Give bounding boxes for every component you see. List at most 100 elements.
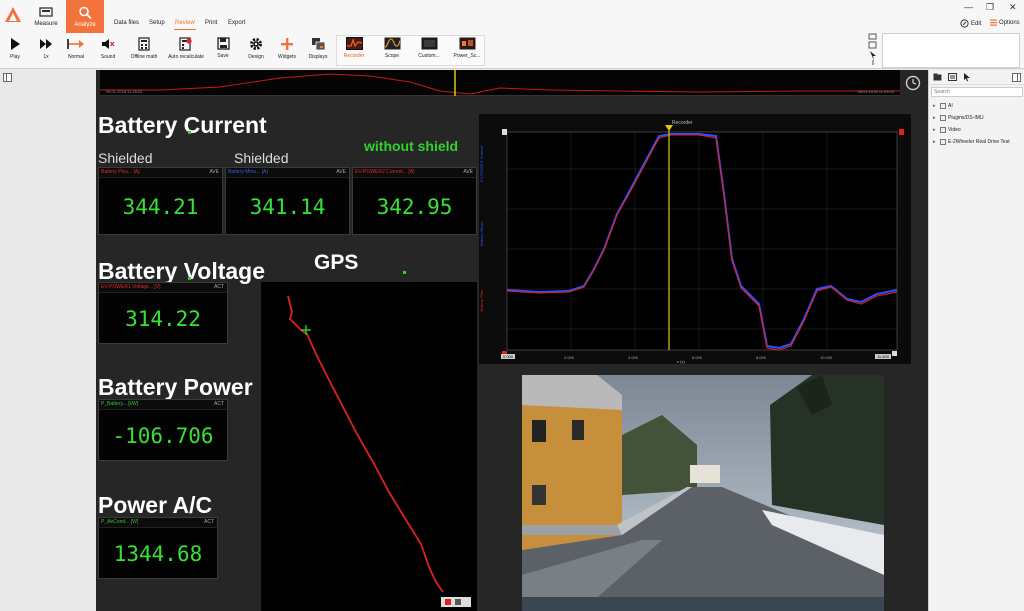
zoom-out-icon[interactable] bbox=[455, 599, 461, 605]
tab-setup[interactable]: Setup bbox=[149, 20, 165, 26]
offline-math-label: Offline math bbox=[130, 54, 158, 60]
cursor-icon[interactable] bbox=[963, 72, 971, 82]
scope-button[interactable]: Scope bbox=[380, 35, 404, 65]
expand-arrow-icon[interactable]: ▸ bbox=[933, 139, 938, 145]
expand-arrow-icon[interactable]: ▸ bbox=[933, 103, 938, 109]
overview-bar[interactable]: 08.01.2018 11:28:52 08.01.2018 11:29:03 bbox=[100, 70, 900, 96]
channel-search-input[interactable]: Search bbox=[931, 87, 1023, 97]
x-axis-min: 0.000 bbox=[501, 354, 516, 359]
x-tick-4: 8.000 bbox=[756, 355, 767, 360]
sound-label: Sound bbox=[100, 54, 116, 60]
tab-export[interactable]: Export bbox=[228, 20, 245, 26]
custom-display-icon bbox=[421, 37, 437, 50]
save-button[interactable]: Save bbox=[214, 35, 232, 65]
auto-recalculate-button[interactable]: Auto recalculate bbox=[164, 35, 208, 65]
channel-sidebar: Search ▸ AI ▸ Plugins/DS-IMU ▸ Video ▸ E… bbox=[928, 70, 1024, 611]
sound-button[interactable]: Sound bbox=[98, 35, 118, 65]
normal-button[interactable]: Normal bbox=[64, 35, 88, 65]
restore-icon[interactable]: ❐ bbox=[986, 2, 994, 12]
cursor-label: Recorder bbox=[672, 120, 693, 126]
normal-speed-icon bbox=[67, 39, 84, 49]
meter-channel-name: EV-POWER2 Current... [A] bbox=[355, 169, 415, 175]
power-ac-meter[interactable]: P_AirCond... [W] ACT 1344.68 bbox=[98, 517, 218, 579]
tree-item-video[interactable]: ▸ Video bbox=[933, 124, 1024, 136]
recorder-button[interactable]: Recorder bbox=[340, 35, 368, 65]
close-icon[interactable]: ✕ bbox=[1009, 2, 1017, 12]
x-axis-unit: s (s) bbox=[677, 359, 685, 364]
toolbar: Play 1x Normal Sound Offline math Auto r… bbox=[0, 33, 1024, 69]
clock-icon[interactable] bbox=[904, 74, 922, 92]
design-button[interactable]: Design bbox=[245, 35, 267, 65]
gps-route bbox=[287, 295, 444, 593]
panel-tools-icon[interactable] bbox=[868, 33, 878, 67]
edit-button[interactable]: Edit bbox=[960, 19, 981, 28]
tree-item-drive-test[interactable]: ▸ E-2Wheeler Real Drive Test bbox=[933, 136, 1024, 148]
tab-measure[interactable]: Measure bbox=[27, 0, 65, 33]
channel-group-icon bbox=[940, 115, 946, 121]
recorder-panel[interactable]: Recorder EV-POWER Current Battery Minus … bbox=[479, 114, 911, 364]
widgets-label: Widgets bbox=[277, 54, 297, 60]
tab-analyze[interactable]: Analyze bbox=[66, 0, 104, 33]
design-label: Design bbox=[248, 54, 264, 60]
edit-label: Edit bbox=[971, 20, 982, 27]
tree-item-label: AI bbox=[948, 103, 953, 109]
zoom-in-icon[interactable] bbox=[445, 599, 451, 605]
gps-map[interactable] bbox=[261, 282, 477, 611]
speed-label: 1x bbox=[43, 54, 49, 60]
meter-channel-name: EV-POWER1 Voltage... [V] bbox=[101, 284, 161, 290]
video-player[interactable] bbox=[522, 375, 884, 611]
tree-item-ai[interactable]: ▸ AI bbox=[933, 100, 1024, 112]
meter-header: Battery Minu... [A] AVE bbox=[226, 168, 349, 178]
meter-value: 314.22 bbox=[125, 307, 201, 331]
battery-voltage-meter[interactable]: EV-POWER1 Voltage... [V] ACT 314.22 bbox=[98, 282, 228, 344]
expand-arrow-icon[interactable]: ▸ bbox=[933, 115, 938, 121]
offline-math-button[interactable]: Offline math bbox=[126, 35, 162, 65]
minimize-icon[interactable]: — bbox=[964, 2, 973, 12]
tab-data-files[interactable]: Data files bbox=[114, 20, 139, 26]
speed-button[interactable]: 1x bbox=[36, 35, 56, 65]
meter-channel-name: Battery Plus... [A] bbox=[101, 169, 140, 175]
battery-current-title: Battery Current bbox=[98, 112, 267, 138]
custom-display-button[interactable]: Custom... bbox=[414, 35, 444, 65]
tree-item-label: E-2Wheeler Real Drive Test bbox=[948, 139, 1010, 145]
map-zoom-controls[interactable] bbox=[441, 597, 471, 607]
widget-handle[interactable] bbox=[403, 271, 406, 274]
shielded-label-2: Shielded bbox=[234, 150, 289, 166]
power-sc-button[interactable]: Power_Sc... bbox=[450, 35, 484, 65]
folder-icon[interactable] bbox=[933, 73, 942, 81]
play-button[interactable]: Play bbox=[6, 35, 24, 65]
expand-arrow-icon[interactable]: ▸ bbox=[933, 127, 938, 133]
channel-group-icon bbox=[940, 139, 946, 145]
battery-minus-meter[interactable]: Battery Minu... [A] AVE 341.14 bbox=[225, 167, 350, 235]
y-axis-label-battery-plus: Battery Plus bbox=[479, 290, 484, 312]
displays-button[interactable]: Displays bbox=[306, 35, 330, 65]
meter-value: 344.21 bbox=[122, 195, 199, 219]
fast-forward-icon bbox=[40, 39, 52, 49]
panel-toggle-icon[interactable] bbox=[1012, 73, 1021, 82]
tab-print[interactable]: Print bbox=[205, 20, 217, 26]
gps-title: GPS bbox=[314, 251, 359, 274]
recorder-label: Recorder bbox=[343, 53, 365, 59]
meter-header: EV-POWER2 Current... [A] AVE bbox=[353, 168, 476, 178]
options-button[interactable]: Options bbox=[990, 19, 1020, 26]
scope-label: Scope bbox=[384, 53, 400, 59]
widgets-button[interactable]: Widgets bbox=[275, 35, 299, 65]
meter-tag: AVE bbox=[463, 169, 473, 175]
panel-toggle-icon[interactable] bbox=[3, 73, 12, 82]
compass-icon bbox=[960, 19, 969, 28]
widget-handle[interactable] bbox=[188, 131, 191, 134]
battery-power-meter[interactable]: P_Battery... [kW] ACT -106.706 bbox=[98, 399, 228, 461]
menu-icon bbox=[990, 19, 997, 26]
list-icon[interactable] bbox=[948, 73, 957, 81]
battery-plus-meter[interactable]: Battery Plus... [A] AVE 344.21 bbox=[98, 167, 223, 235]
tab-review[interactable]: Review bbox=[174, 20, 196, 30]
magnifier-icon bbox=[79, 6, 92, 19]
meter-header: P_AirCond... [W] ACT bbox=[99, 518, 217, 528]
tree-item-plugins[interactable]: ▸ Plugins/DS-IMU bbox=[933, 112, 1024, 124]
ev-power-current-meter[interactable]: EV-POWER2 Current... [A] AVE 342.95 bbox=[352, 167, 477, 235]
scope-icon bbox=[384, 37, 400, 50]
meter-tag: ACT bbox=[214, 401, 224, 407]
overview-end-time: 08.01.2018 11:29:03 bbox=[857, 89, 894, 94]
widget-handle[interactable] bbox=[188, 277, 191, 280]
meter-value: -106.706 bbox=[112, 424, 214, 448]
